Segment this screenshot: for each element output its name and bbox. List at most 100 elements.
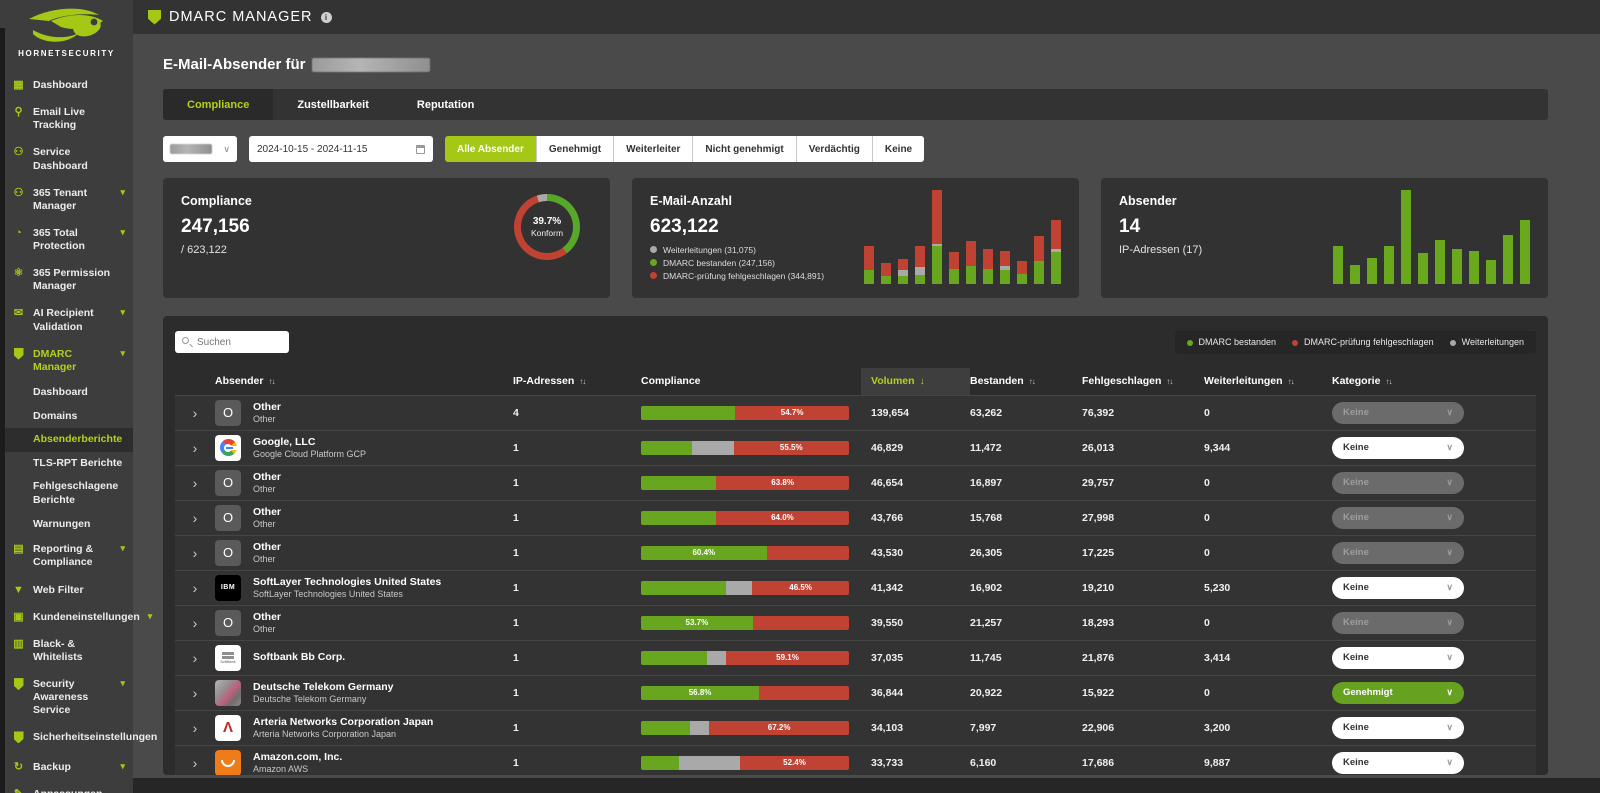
row-expand-chevron-icon[interactable]: › xyxy=(175,685,215,701)
sidebar-item-sicherheitseinstellungen[interactable]: Sicherheitseinstellungen▾ xyxy=(0,724,170,753)
compliance-bar: 63.8% xyxy=(641,475,849,490)
sidebar-item-365-permission-manager[interactable]: ⚛ 365 Permission Manager xyxy=(0,260,133,300)
passed-cell: 6,160 xyxy=(970,756,997,769)
table-row[interactable]: › IBM SoftLayer Technologies United States… xyxy=(175,569,1536,605)
sidebar-item-backup[interactable]: ↻ Backup ▾ xyxy=(0,754,133,781)
sidebar-item-ai-recipient-validation[interactable]: ✉ AI Recipient Validation ▾ xyxy=(0,300,133,340)
filter-button-nicht-genehmigt[interactable]: Nicht genehmigt xyxy=(692,136,796,162)
sender-name: Arteria Networks Corporation Japan xyxy=(253,715,434,728)
category-dropdown[interactable]: Keine ∨ xyxy=(1332,646,1464,669)
sidebar-item-365-tenant-manager[interactable]: ⚇ 365 Tenant Manager ▾ xyxy=(0,180,133,220)
tab-reputation[interactable]: Reputation xyxy=(393,89,498,120)
category-dropdown[interactable]: Keine ∨ xyxy=(1332,716,1464,739)
sidebar-subitem-absenderberichte[interactable]: Absenderberichte xyxy=(0,428,133,452)
email-chart-bar xyxy=(1000,251,1010,284)
row-expand-chevron-icon[interactable]: › xyxy=(175,510,215,526)
sender-text: Other Other xyxy=(253,471,281,495)
sidebar-item-365-total-protection[interactable]: ◔ 365 Total Protection ▾ xyxy=(0,220,133,260)
category-dropdown[interactable]: Keine ∨ xyxy=(1332,751,1464,774)
sender-name: Softbank Bb Corp. xyxy=(253,651,346,664)
sidebar-item-service-dashboard[interactable]: ⚇ Service Dashboard xyxy=(0,139,133,179)
column-label: Weiterleitungen xyxy=(1204,375,1283,388)
row-expand-chevron-icon[interactable]: › xyxy=(175,545,215,561)
sidebar-subitem-dashboard[interactable]: Dashboard xyxy=(0,381,133,405)
senders-chart-bar xyxy=(1486,259,1496,284)
column-header-bestanden[interactable]: Bestanden ↑↓ xyxy=(970,368,1082,395)
filter-button-verd-chtig[interactable]: Verdächtig xyxy=(795,136,872,162)
filter-button-genehmigt[interactable]: Genehmigt xyxy=(535,136,614,162)
sidebar-item-email-live-tracking[interactable]: ⚲ Email Live Tracking xyxy=(0,99,133,139)
sidebar-item-web-filter[interactable]: ▼ Web Filter xyxy=(0,577,133,604)
sidebar-item-security-awareness-service[interactable]: Security Awareness Service ▾ xyxy=(0,671,133,724)
column-header-absender[interactable]: Absender ↑↓ xyxy=(215,368,513,395)
forwarded-cell: 0 xyxy=(1204,511,1210,524)
sidebar-item-reporting-compliance[interactable]: ▤ Reporting & Compliance ▾ xyxy=(0,536,133,576)
row-expand-chevron-icon[interactable]: › xyxy=(175,405,215,421)
column-header-kategorie[interactable]: Kategorie ↑↓ xyxy=(1332,368,1536,395)
table-row[interactable]: › Amazon.com, Inc. Amazon AWS 1 52.4% 33,733 6… xyxy=(175,744,1536,775)
sidebar-subitem-domains[interactable]: Domains xyxy=(0,405,133,429)
bar-green-segment xyxy=(641,405,736,420)
green-segment xyxy=(1384,246,1394,284)
sidebar-subitem-fehlgeschlagene-berichte[interactable]: Fehlgeschlagene Berichte xyxy=(0,475,133,512)
table-row[interactable]: › Λ Arteria Networks Corporation Japan Arte… xyxy=(175,709,1536,745)
search-input[interactable] xyxy=(175,331,289,354)
column-header-ip-adressen[interactable]: IP-Adressen ↑↓ xyxy=(513,368,641,395)
table-row[interactable]: › O Other Other 1 63.8% 46,654 16,897 29,757 0 Kei… xyxy=(175,464,1536,500)
sidebar-item-anpassungen[interactable]: ✎ Anpassungen xyxy=(0,781,133,793)
table-row[interactable]: › O Other Other 1 64.0% 43,766 15,768 27,998 0 Kei… xyxy=(175,499,1536,535)
row-expand-chevron-icon[interactable]: › xyxy=(175,615,215,631)
row-expand-chevron-icon[interactable]: › xyxy=(175,440,215,456)
sidebar-scrollbar[interactable] xyxy=(0,28,5,793)
table-row[interactable]: › SoftBank Softbank Bb Corp. 1 59.1% 37,035 11… xyxy=(175,639,1536,675)
bar-percent-label: 46.5% xyxy=(789,583,812,593)
table-row[interactable]: › Google, LLC Google Cloud Platform GCP 1 55… xyxy=(175,429,1536,465)
table-row[interactable]: › O Other Other 4 54.7% 139,654 63,262 76,392 0 Ke… xyxy=(175,394,1536,430)
tab-compliance[interactable]: Compliance xyxy=(163,89,274,120)
compliance-bar-cell: 59.1% xyxy=(641,650,871,665)
green-segment xyxy=(1051,252,1061,284)
column-header-weiterleitungen[interactable]: Weiterleitungen ↑↓ xyxy=(1204,368,1332,395)
table-row[interactable]: › O Other Other 1 60.4% 43,530 26,305 17,225 0 Kei… xyxy=(175,534,1536,570)
column-header-volumen[interactable]: Volumen ↓ xyxy=(861,367,970,395)
senders-table-panel: DMARC bestanden DMARC-prüfung fehlgeschla… xyxy=(163,316,1548,775)
sidebar-item-kundeneinstellungen[interactable]: ▣ Kundeneinstellungen ▾ xyxy=(0,604,152,631)
filter-button-alle-absender[interactable]: Alle Absender xyxy=(445,136,536,162)
failed-cell: 76,392 xyxy=(1082,406,1115,419)
table-row[interactable]: › Deutsche Telekom Germany Deutsche Teleko… xyxy=(175,674,1536,710)
table-row[interactable]: › O Other Other 1 53.7% 39,550 21,257 18,293 0 Kei… xyxy=(175,604,1536,640)
sidebar-item-dashboard[interactable]: ▦ Dashboard xyxy=(0,72,133,99)
filter-button-keine[interactable]: Keine xyxy=(871,136,925,162)
sidebar-item-label: Service Dashboard xyxy=(33,146,88,172)
sidebar-subitem-warnungen[interactable]: Warnungen xyxy=(0,513,133,537)
row-expand-chevron-icon[interactable]: › xyxy=(175,475,215,491)
sender-text: Other Other xyxy=(253,401,281,425)
category-dropdown[interactable]: Keine ∨ xyxy=(1332,576,1464,599)
sidebar-item-dmarc-manager[interactable]: DMARC Manager ▾ xyxy=(0,341,133,381)
sidebar-nav: ▦ Dashboard ⚲ Email Live Tracking ⚇ Service D… xyxy=(0,62,170,793)
category-value: Keine xyxy=(1343,477,1369,489)
category-dropdown[interactable]: Genehmigt ∨ xyxy=(1332,681,1464,704)
date-range-input[interactable]: 2024-10-15 - 2024-11-15 xyxy=(249,136,433,162)
row-expand-chevron-icon[interactable]: › xyxy=(175,755,215,771)
info-icon[interactable]: i xyxy=(320,11,332,23)
row-expand-chevron-icon[interactable]: › xyxy=(175,720,215,736)
row-expand-chevron-icon[interactable]: › xyxy=(175,650,215,666)
sidebar-subitem-tls-rpt-berichte[interactable]: TLS-RPT Berichte xyxy=(0,452,133,476)
bar-red-segment: 54.7% xyxy=(735,405,849,420)
domain-select[interactable]: ∨ xyxy=(163,136,237,162)
category-dropdown[interactable]: Keine ∨ xyxy=(1332,436,1464,459)
red-segment xyxy=(1051,220,1061,250)
legend-item-weiterleitungen-31-075: Weiterleitungen (31,075) xyxy=(650,245,860,255)
green-segment xyxy=(915,274,925,284)
column-header-fehlgeschlagen[interactable]: Fehlgeschlagen ↑↓ xyxy=(1082,368,1204,395)
sidebar-item-black-whitelists[interactable]: ▥ Black- & Whitelists xyxy=(0,631,133,671)
row-expand-chevron-icon[interactable]: › xyxy=(175,580,215,596)
filter-button-weiterleiter[interactable]: Weiterleiter xyxy=(613,136,693,162)
sidebar-item-label: Web Filter xyxy=(33,583,84,596)
sender-name: Amazon.com, Inc. xyxy=(253,750,343,763)
compliance-bar-cell: 67.2% xyxy=(641,720,871,735)
compliance-bar: 54.7% xyxy=(641,405,849,420)
sort-icon: ↑↓ xyxy=(1287,376,1295,386)
tab-zustellbarkeit[interactable]: Zustellbarkeit xyxy=(273,89,393,120)
